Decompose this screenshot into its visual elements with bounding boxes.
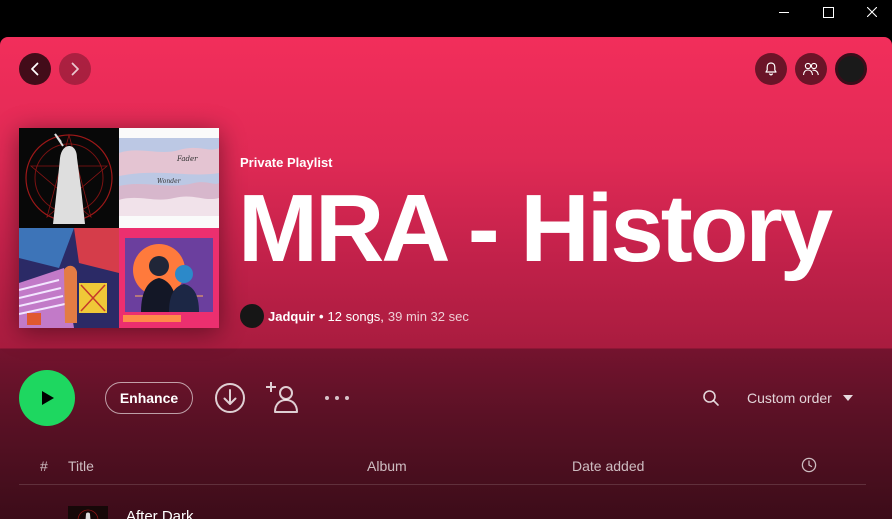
chevron-left-icon bbox=[31, 62, 39, 76]
column-date-added[interactable]: Date added bbox=[572, 458, 644, 474]
caret-down-icon bbox=[842, 395, 853, 401]
playlist-cover: Fader Wonder bbox=[19, 128, 219, 328]
playlist-meta: Jadquir • 12 songs, 39 min 32 sec bbox=[240, 303, 469, 329]
minimize-icon bbox=[779, 11, 789, 13]
app-window: Fader Wonder Private Playlist MRA - Hist… bbox=[0, 37, 892, 519]
playlist-duration: 39 min 32 sec bbox=[387, 308, 469, 324]
svg-text:Fader: Fader bbox=[176, 155, 198, 163]
chevron-right-icon bbox=[71, 62, 79, 76]
forward-button[interactable] bbox=[59, 53, 91, 85]
column-title[interactable]: Title bbox=[68, 458, 94, 474]
minimize-button[interactable] bbox=[762, 0, 806, 24]
friend-activity-button[interactable] bbox=[795, 53, 827, 85]
invite-collaborators-button[interactable] bbox=[264, 380, 302, 414]
column-number: # bbox=[40, 458, 48, 474]
back-button[interactable] bbox=[19, 53, 51, 85]
playlist-title: MRA - History bbox=[238, 175, 833, 282]
friends-icon bbox=[802, 62, 819, 76]
download-icon bbox=[215, 383, 245, 413]
sort-dropdown[interactable]: Custom order bbox=[747, 390, 854, 406]
cover-tile-2: Fader Wonder bbox=[119, 128, 219, 228]
clock-icon bbox=[801, 457, 817, 473]
add-user-icon bbox=[266, 382, 298, 413]
sort-label: Custom order bbox=[747, 390, 832, 406]
maximize-icon bbox=[822, 6, 834, 18]
track-album-art bbox=[68, 506, 108, 519]
meta-separator: • bbox=[318, 308, 324, 324]
download-button[interactable] bbox=[213, 381, 247, 415]
close-icon bbox=[867, 7, 877, 17]
cover-tile-4 bbox=[119, 228, 219, 328]
owner-name[interactable]: Jadquir bbox=[268, 309, 315, 324]
bell-icon bbox=[765, 62, 777, 76]
notifications-button[interactable] bbox=[755, 53, 787, 85]
search-icon bbox=[703, 390, 719, 406]
more-icon bbox=[325, 396, 349, 400]
user-avatar-button[interactable] bbox=[835, 53, 867, 85]
more-options-button[interactable] bbox=[322, 387, 352, 409]
column-album[interactable]: Album bbox=[367, 458, 407, 474]
play-icon bbox=[42, 391, 54, 405]
playlist-type-label: Private Playlist bbox=[240, 155, 333, 170]
play-button[interactable] bbox=[19, 370, 75, 426]
svg-text:Wonder: Wonder bbox=[157, 178, 182, 185]
column-duration[interactable] bbox=[801, 457, 817, 476]
enhance-button[interactable]: Enhance bbox=[105, 382, 193, 414]
owner-avatar[interactable] bbox=[240, 304, 264, 328]
search-in-playlist-button[interactable] bbox=[700, 387, 722, 409]
window-title-bar bbox=[0, 0, 892, 37]
maximize-button[interactable] bbox=[806, 0, 850, 24]
track-title[interactable]: After Dark bbox=[126, 508, 194, 519]
header-divider bbox=[19, 484, 866, 485]
close-button[interactable] bbox=[850, 0, 892, 24]
cover-tile-1 bbox=[19, 128, 119, 228]
cover-tile-3 bbox=[19, 228, 119, 328]
song-count: 12 songs, bbox=[327, 308, 384, 324]
